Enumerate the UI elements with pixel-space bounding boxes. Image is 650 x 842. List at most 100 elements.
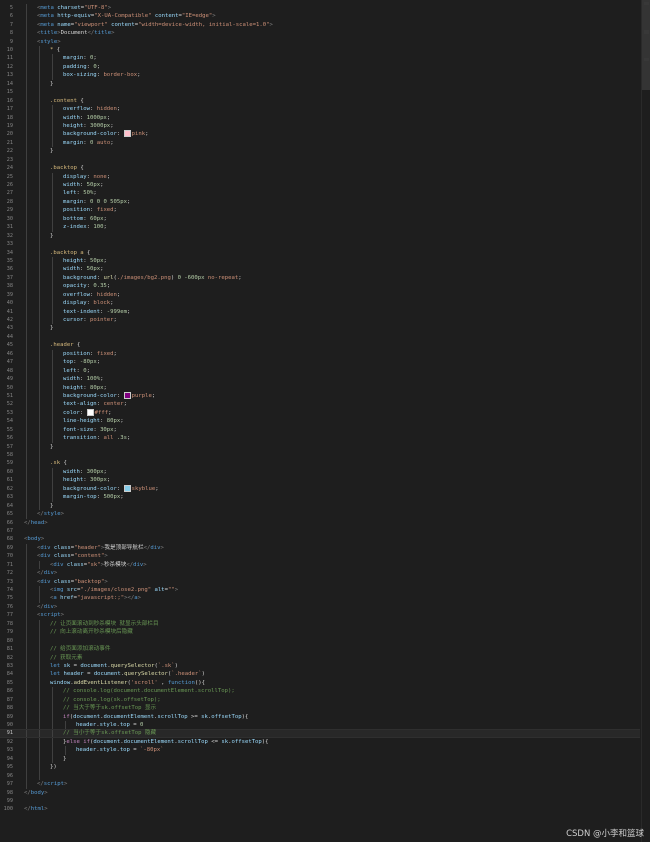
code-line[interactable]: 13 box-sizing: border-box; [0,71,640,80]
code-lines[interactable]: 4<head>5<meta charset="UTF-8">6<meta htt… [0,0,640,814]
scrollbar-thumb[interactable] [642,0,650,90]
code-line[interactable]: 95}) [0,763,640,772]
code-line[interactable]: 14} [0,79,640,89]
code-line[interactable]: 56 transition: all .3s; [0,434,640,443]
code-line[interactable]: 93 header.style.top = `-80px` [0,746,640,755]
code-line[interactable]: 33 [0,240,640,249]
code-line[interactable]: 79 // 向上滚动离开秒杀模块后隐藏 [0,628,640,637]
code-line[interactable]: 88 // 当大于等于sk.offsetTop 显示 [0,704,640,713]
code-line[interactable]: 8 <title>Document</title> [0,29,640,38]
code-line[interactable]: 60 width: 300px; [0,467,640,477]
code-line[interactable]: 12 padding: 0; [0,62,640,72]
code-line[interactable]: 64} [0,501,640,511]
code-line[interactable]: 6 <meta http-equiv="X-UA-Compatible" cont… [0,12,640,21]
code-line[interactable]: 69 <div class="header">我是顶部导航栏</div> [0,543,640,553]
code-line[interactable]: 24 .backtop { [0,164,640,173]
code-line[interactable]: 16 .content { [0,96,640,106]
code-line[interactable]: 41 text-indent: -999em; [0,307,640,317]
code-line[interactable]: 96 [0,771,640,781]
code-line[interactable]: 46 position: fixed; [0,349,640,359]
code-line[interactable]: 53 color: #fff; [0,408,640,418]
code-line[interactable]: 76 </div> [0,602,640,612]
code-line[interactable]: 78 // 让页面滚动到秒杀模块 就显示头部栏目 [0,619,640,629]
code-line[interactable]: 51 background-color: purple; [0,391,640,401]
code-line[interactable]: 90 header.style.top = 0 [0,721,640,730]
code-line[interactable]: 38 opacity: 0.35; [0,282,640,291]
code-line[interactable]: 34 .backtop a { [0,248,640,257]
color-swatch-icon[interactable] [86,408,94,416]
code-line[interactable]: 89 if(document.documentElement.scrollTop … [0,712,640,722]
code-line[interactable]: 50 height: 80px; [0,383,640,392]
code-line[interactable]: 49 width: 100%; [0,375,640,384]
code-line[interactable]: 48 left: 0; [0,366,640,376]
code-line[interactable]: 85 window.addEventListener('scroll' , fun… [0,678,640,688]
code-line[interactable]: 39 overflow: hidden; [0,290,640,300]
code-line[interactable]: 18 width: 1000px; [0,113,640,122]
code-line[interactable]: 86 // console.log(document.documentElemen… [0,687,640,696]
code-line[interactable]: 42 cursor: pointer; [0,316,640,325]
code-line[interactable]: 58 [0,451,640,460]
code-line[interactable]: 75 <a href="javascript:;"></a> [0,594,640,603]
code-line[interactable]: 72 </div> [0,569,640,578]
code-line[interactable]: 44 [0,332,640,342]
code-line[interactable]: 100 </html> [0,805,640,813]
code-line[interactable]: 31 z-index: 100; [0,223,640,232]
code-line[interactable]: 5 <meta charset="UTF-8"> [0,3,640,13]
code-line[interactable]: 47 top: -80px; [0,358,640,367]
code-line[interactable]: 98 </body> [0,789,640,797]
code-line[interactable]: 94} [0,754,640,764]
code-line[interactable]: 25 display: none; [0,172,640,182]
color-swatch-icon[interactable] [123,130,131,138]
code-line[interactable]: 99 [0,797,640,805]
code-line[interactable]: 59 .sk { [0,459,640,468]
code-line[interactable]: 84 let header = document.querySelector(`.… [0,670,640,679]
code-line[interactable]: 65 </style> [0,510,640,519]
code-line[interactable]: 29 position: fixed; [0,206,640,215]
code-line[interactable]: 20 background-color: pink; [0,130,640,139]
code-line[interactable]: 30 bottom: 60px; [0,214,640,224]
color-swatch-icon[interactable] [123,391,131,399]
code-line[interactable]: 83 let sk = document.querySelector(`.sk`) [0,661,640,671]
code-line[interactable]: 97 </script> [0,780,640,789]
color-swatch-icon[interactable] [123,484,131,492]
code-line[interactable]: 32} [0,231,640,241]
code-line[interactable]: 54 line-height: 80px; [0,417,640,426]
code-editor[interactable]: 4<head>5<meta charset="UTF-8">6<meta htt… [0,0,642,842]
code-line[interactable]: 28 margin: 0 0 0 505px; [0,197,640,207]
code-line[interactable]: 26 width: 50px; [0,181,640,190]
code-line[interactable]: 37 background: url(./images/bg2.png) 0 -6… [0,273,640,283]
code-line[interactable]: 36 width: 50px; [0,265,640,274]
code-line[interactable]: 35 height: 50px; [0,256,640,266]
code-line[interactable]: 27 left: 50%; [0,189,640,198]
code-line[interactable]: 19 height: 3000px; [0,121,640,131]
code-line[interactable]: 45 .header { [0,341,640,350]
code-line[interactable]: 7 <meta name="viewport" content="width=de… [0,20,640,30]
code-line[interactable]: 23 [0,155,640,165]
code-line[interactable]: 87 // console.log(sk.offsetTop); [0,695,640,705]
code-line[interactable]: 67 [0,527,640,535]
code-line[interactable]: 57} [0,442,640,452]
code-line[interactable]: 22} [0,147,640,156]
code-line[interactable]: 71 <div class="sk">秒杀模块</div> [0,560,640,570]
code-line[interactable]: 77 <script> [0,611,640,620]
code-line[interactable]: 91 // 当小于等于sk.offsetTop 隐藏 [0,729,640,738]
code-line[interactable]: 15 [0,88,640,97]
code-line[interactable]: 92}else if(document.documentElement.scro… [0,737,640,747]
code-line[interactable]: 62 background-color: skyblue; [0,484,640,494]
code-line[interactable]: 80 [0,636,640,646]
minimap[interactable] [641,0,650,842]
code-line[interactable]: 70 <div class="content"> [0,552,640,561]
code-line[interactable]: 17 overflow: hidden; [0,105,640,114]
code-line[interactable]: 52 text-align: center; [0,400,640,409]
code-line[interactable]: 73 <div class="backtop"> [0,577,640,587]
code-line[interactable]: 55 font-size: 30px; [0,425,640,435]
code-line[interactable]: 74 <img src="./images/close2.png" alt=""> [0,586,640,595]
code-line[interactable]: 61 height: 300px; [0,476,640,485]
code-line[interactable]: 10 * { [0,46,640,55]
code-line[interactable]: 21 margin: 0 auto; [0,138,640,148]
code-line[interactable]: 43} [0,324,640,333]
code-line[interactable]: 82 // 获取元素 [0,653,640,662]
code-line[interactable]: 81 // 给页面添加滚动事件 [0,645,640,654]
code-line[interactable]: 63 margin-top: 500px; [0,493,640,502]
code-line[interactable]: 11 margin: 0; [0,54,640,63]
